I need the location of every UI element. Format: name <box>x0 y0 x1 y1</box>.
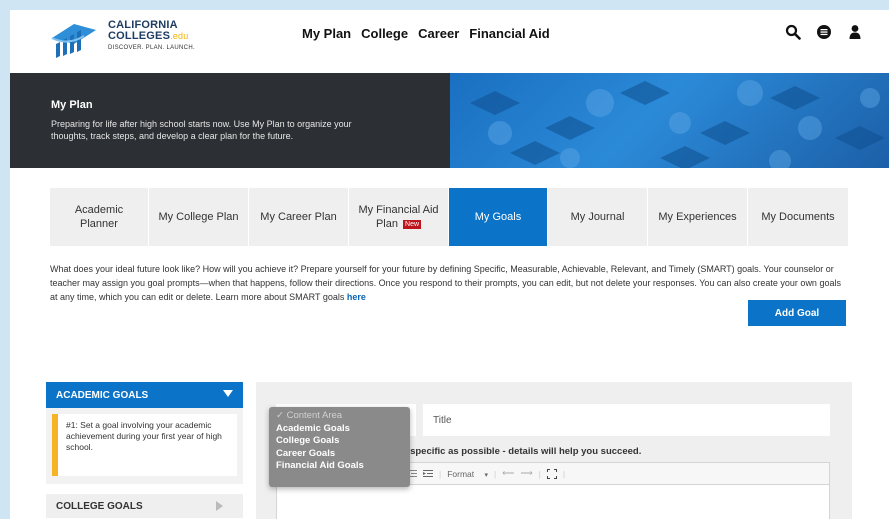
caret-down-icon <box>223 390 233 397</box>
option-academic-goals[interactable]: Academic Goals <box>276 423 410 436</box>
caret-right-icon <box>216 501 223 511</box>
fullscreen-icon[interactable] <box>546 468 557 479</box>
goal-card[interactable]: #1: Set a goal involving your academic a… <box>52 414 237 476</box>
option-financial-aid-goals[interactable]: Financial Aid Goals <box>276 460 410 473</box>
nav-career[interactable]: Career <box>418 26 459 41</box>
tab-my-journal[interactable]: My Journal <box>548 188 648 246</box>
goals-intro-text: What does your ideal future look like? H… <box>50 264 841 302</box>
tab-my-experiences[interactable]: My Experiences <box>648 188 748 246</box>
nav-college[interactable]: College <box>361 26 408 41</box>
goal-title-input[interactable] <box>423 404 830 436</box>
dropdown-placeholder[interactable]: ✓ Content Area <box>276 410 410 423</box>
tab-my-career-plan[interactable]: My Career Plan <box>249 188 349 246</box>
smart-goals-link[interactable]: here <box>347 292 366 302</box>
academic-goals-header[interactable]: ACADEMIC GOALS <box>46 382 243 408</box>
format-label: Format <box>447 468 475 479</box>
new-badge: New <box>403 219 422 229</box>
search-icon[interactable] <box>785 24 801 40</box>
indent-icon[interactable] <box>423 469 433 479</box>
site-logo[interactable]: CALIFORNIA COLLEGES.edu DISCOVER. PLAN. … <box>48 18 248 63</box>
user-icon[interactable] <box>847 24 863 40</box>
option-college-goals[interactable]: College Goals <box>276 435 410 448</box>
format-dropdown[interactable]: Format ▾ <box>447 469 488 479</box>
goals-intro: What does your ideal future look like? H… <box>50 262 850 304</box>
tab-my-college-plan[interactable]: My College Plan <box>149 188 249 246</box>
list-icon[interactable] <box>816 24 832 40</box>
academic-goals-list: #1: Set a goal involving your academic a… <box>46 408 243 484</box>
hero-graduation-image <box>450 73 889 168</box>
nav-financial-aid[interactable]: Financial Aid <box>469 26 549 41</box>
header-actions <box>785 24 863 40</box>
tab-academic-planner[interactable]: Academic Planner <box>50 188 149 246</box>
goal-card-text: #1: Set a goal involving your academic a… <box>66 420 222 452</box>
check-icon: ✓ <box>276 410 287 421</box>
logo-tagline: DISCOVER. PLAN. LAUNCH. <box>108 45 195 51</box>
page: CALIFORNIA COLLEGES.edu DISCOVER. PLAN. … <box>10 10 889 519</box>
nav-my-plan[interactable]: My Plan <box>302 26 351 41</box>
college-goals-header[interactable]: COLLEGE GOALS <box>46 494 243 518</box>
logo-suffix: .edu <box>170 31 189 41</box>
redo-icon[interactable]: ⟶ <box>520 468 532 479</box>
hero-description: Preparing for life after high school sta… <box>51 119 352 141</box>
college-goals-title: COLLEGE GOALS <box>56 500 143 512</box>
option-career-goals[interactable]: Career Goals <box>276 448 410 461</box>
main-nav: My Plan College Career Financial Aid <box>302 26 550 41</box>
logo-line2: COLLEGES <box>108 30 171 42</box>
plan-tabs: Academic Planner My College Plan My Care… <box>50 188 848 246</box>
tab-my-financial-aid-plan[interactable]: My Financial Aid Plan New <box>349 188 449 246</box>
tab-my-goals[interactable]: My Goals <box>449 188 548 246</box>
undo-icon[interactable]: ⟵ <box>502 468 514 479</box>
add-goal-button[interactable]: Add Goal <box>748 300 846 326</box>
tab-my-documents[interactable]: My Documents <box>748 188 848 246</box>
content-area-dropdown: ✓ Content Area Academic Goals College Go… <box>269 407 410 487</box>
hero-title: My Plan <box>51 99 93 111</box>
logo-mark-icon <box>51 24 96 58</box>
academic-goals-title: ACADEMIC GOALS <box>56 389 149 401</box>
tab-financial-aid-label: My Financial Aid Plan <box>358 204 439 230</box>
site-header: CALIFORNIA COLLEGES.edu DISCOVER. PLAN. … <box>10 10 889 73</box>
chevron-down-icon: ▾ <box>484 471 489 479</box>
hero-banner: My Plan Preparing for life after high sc… <box>10 73 889 168</box>
